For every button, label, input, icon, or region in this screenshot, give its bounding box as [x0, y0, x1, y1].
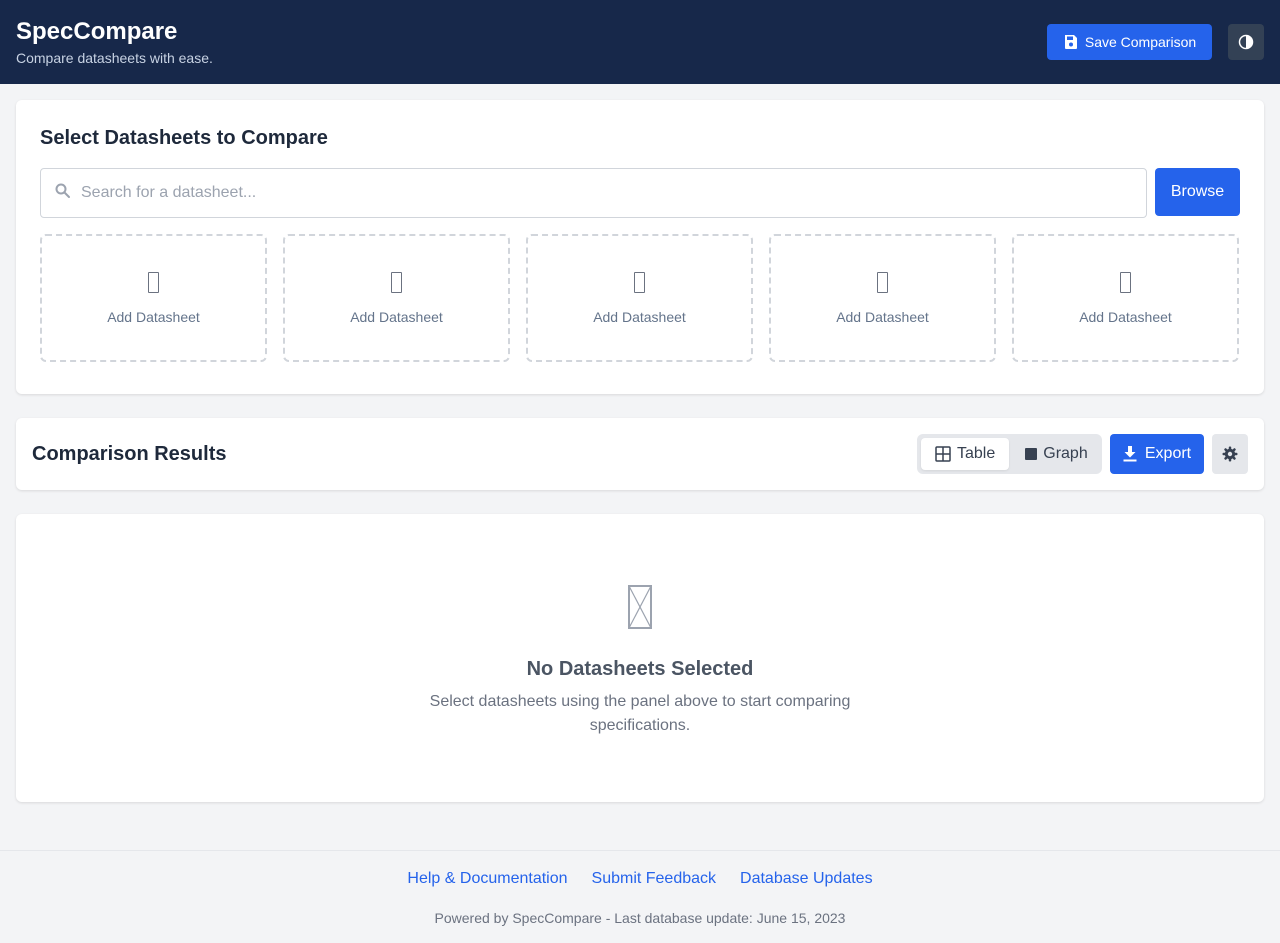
select-panel-title: Select Datasheets to Compare [40, 127, 328, 149]
export-button[interactable]: Export [1110, 434, 1204, 474]
download-icon [1123, 446, 1137, 462]
add-datasheet-label: Add Datasheet [350, 308, 443, 325]
missing-glyph-icon [148, 271, 159, 293]
save-comparison-button[interactable]: Save Comparison [1047, 24, 1212, 60]
empty-state-title: No Datasheets Selected [526, 658, 754, 680]
select-datasheets-panel: Select Datasheets to Compare Browse Add … [16, 100, 1264, 394]
search-icon [55, 183, 70, 198]
table-view-label: Table [957, 445, 996, 462]
add-datasheet-label: Add Datasheet [593, 308, 686, 325]
add-datasheet-slot[interactable]: Add Datasheet [1012, 234, 1239, 362]
footer-links: Help & Documentation Submit Feedback Dat… [0, 870, 1280, 888]
add-datasheet-label: Add Datasheet [107, 308, 200, 325]
add-datasheet-slot[interactable]: Add Datasheet [40, 234, 267, 362]
add-datasheet-label: Add Datasheet [1079, 308, 1172, 325]
missing-glyph-icon [628, 585, 652, 629]
graph-view-label: Graph [1043, 445, 1088, 462]
half-moon-icon [1238, 34, 1254, 50]
save-icon [1064, 35, 1077, 49]
settings-button[interactable] [1212, 434, 1248, 474]
page-footer: Help & Documentation Submit Feedback Dat… [0, 850, 1280, 943]
theme-toggle-button[interactable] [1228, 24, 1264, 60]
empty-state-panel: No Datasheets Selected Select datasheets… [16, 514, 1264, 802]
grid-icon [935, 446, 951, 462]
add-datasheet-slot[interactable]: Add Datasheet [283, 234, 510, 362]
missing-glyph-icon [634, 271, 645, 293]
graph-view-button[interactable]: Graph [1011, 438, 1101, 470]
missing-glyph-icon [877, 271, 888, 293]
database-updates-link[interactable]: Database Updates [740, 870, 873, 888]
datasheet-slots: Add Datasheet Add Datasheet Add Datashee… [40, 234, 1240, 362]
empty-state-description: Select datasheets using the panel above … [429, 693, 851, 734]
submit-feedback-link[interactable]: Submit Feedback [592, 870, 717, 888]
save-comparison-label: Save Comparison [1084, 34, 1197, 50]
missing-glyph-icon [1120, 271, 1131, 293]
add-datasheet-label: Add Datasheet [836, 308, 929, 325]
gear-icon [1222, 446, 1238, 462]
add-datasheet-slot[interactable]: Add Datasheet [526, 234, 753, 362]
comparison-results-toolbar: Comparison Results Table Graph Export [16, 418, 1264, 490]
search-field[interactable] [40, 168, 1147, 218]
export-label: Export [1144, 445, 1192, 462]
add-datasheet-slot[interactable]: Add Datasheet [769, 234, 996, 362]
app-header: SpecCompare Compare datasheets with ease… [0, 0, 1280, 84]
search-input[interactable] [81, 169, 1141, 217]
results-title: Comparison Results [32, 443, 227, 465]
view-toggle: Table Graph [917, 434, 1102, 474]
help-documentation-link[interactable]: Help & Documentation [407, 870, 567, 888]
footer-note: Powered by SpecCompare - Last database u… [434, 910, 846, 926]
square-icon [1025, 448, 1038, 460]
browse-button[interactable]: Browse [1155, 168, 1240, 216]
app-subtitle: Compare datasheets with ease. [16, 50, 213, 66]
app-title: SpecCompare [16, 18, 178, 45]
table-view-button[interactable]: Table [921, 438, 1010, 470]
missing-glyph-icon [391, 271, 402, 293]
